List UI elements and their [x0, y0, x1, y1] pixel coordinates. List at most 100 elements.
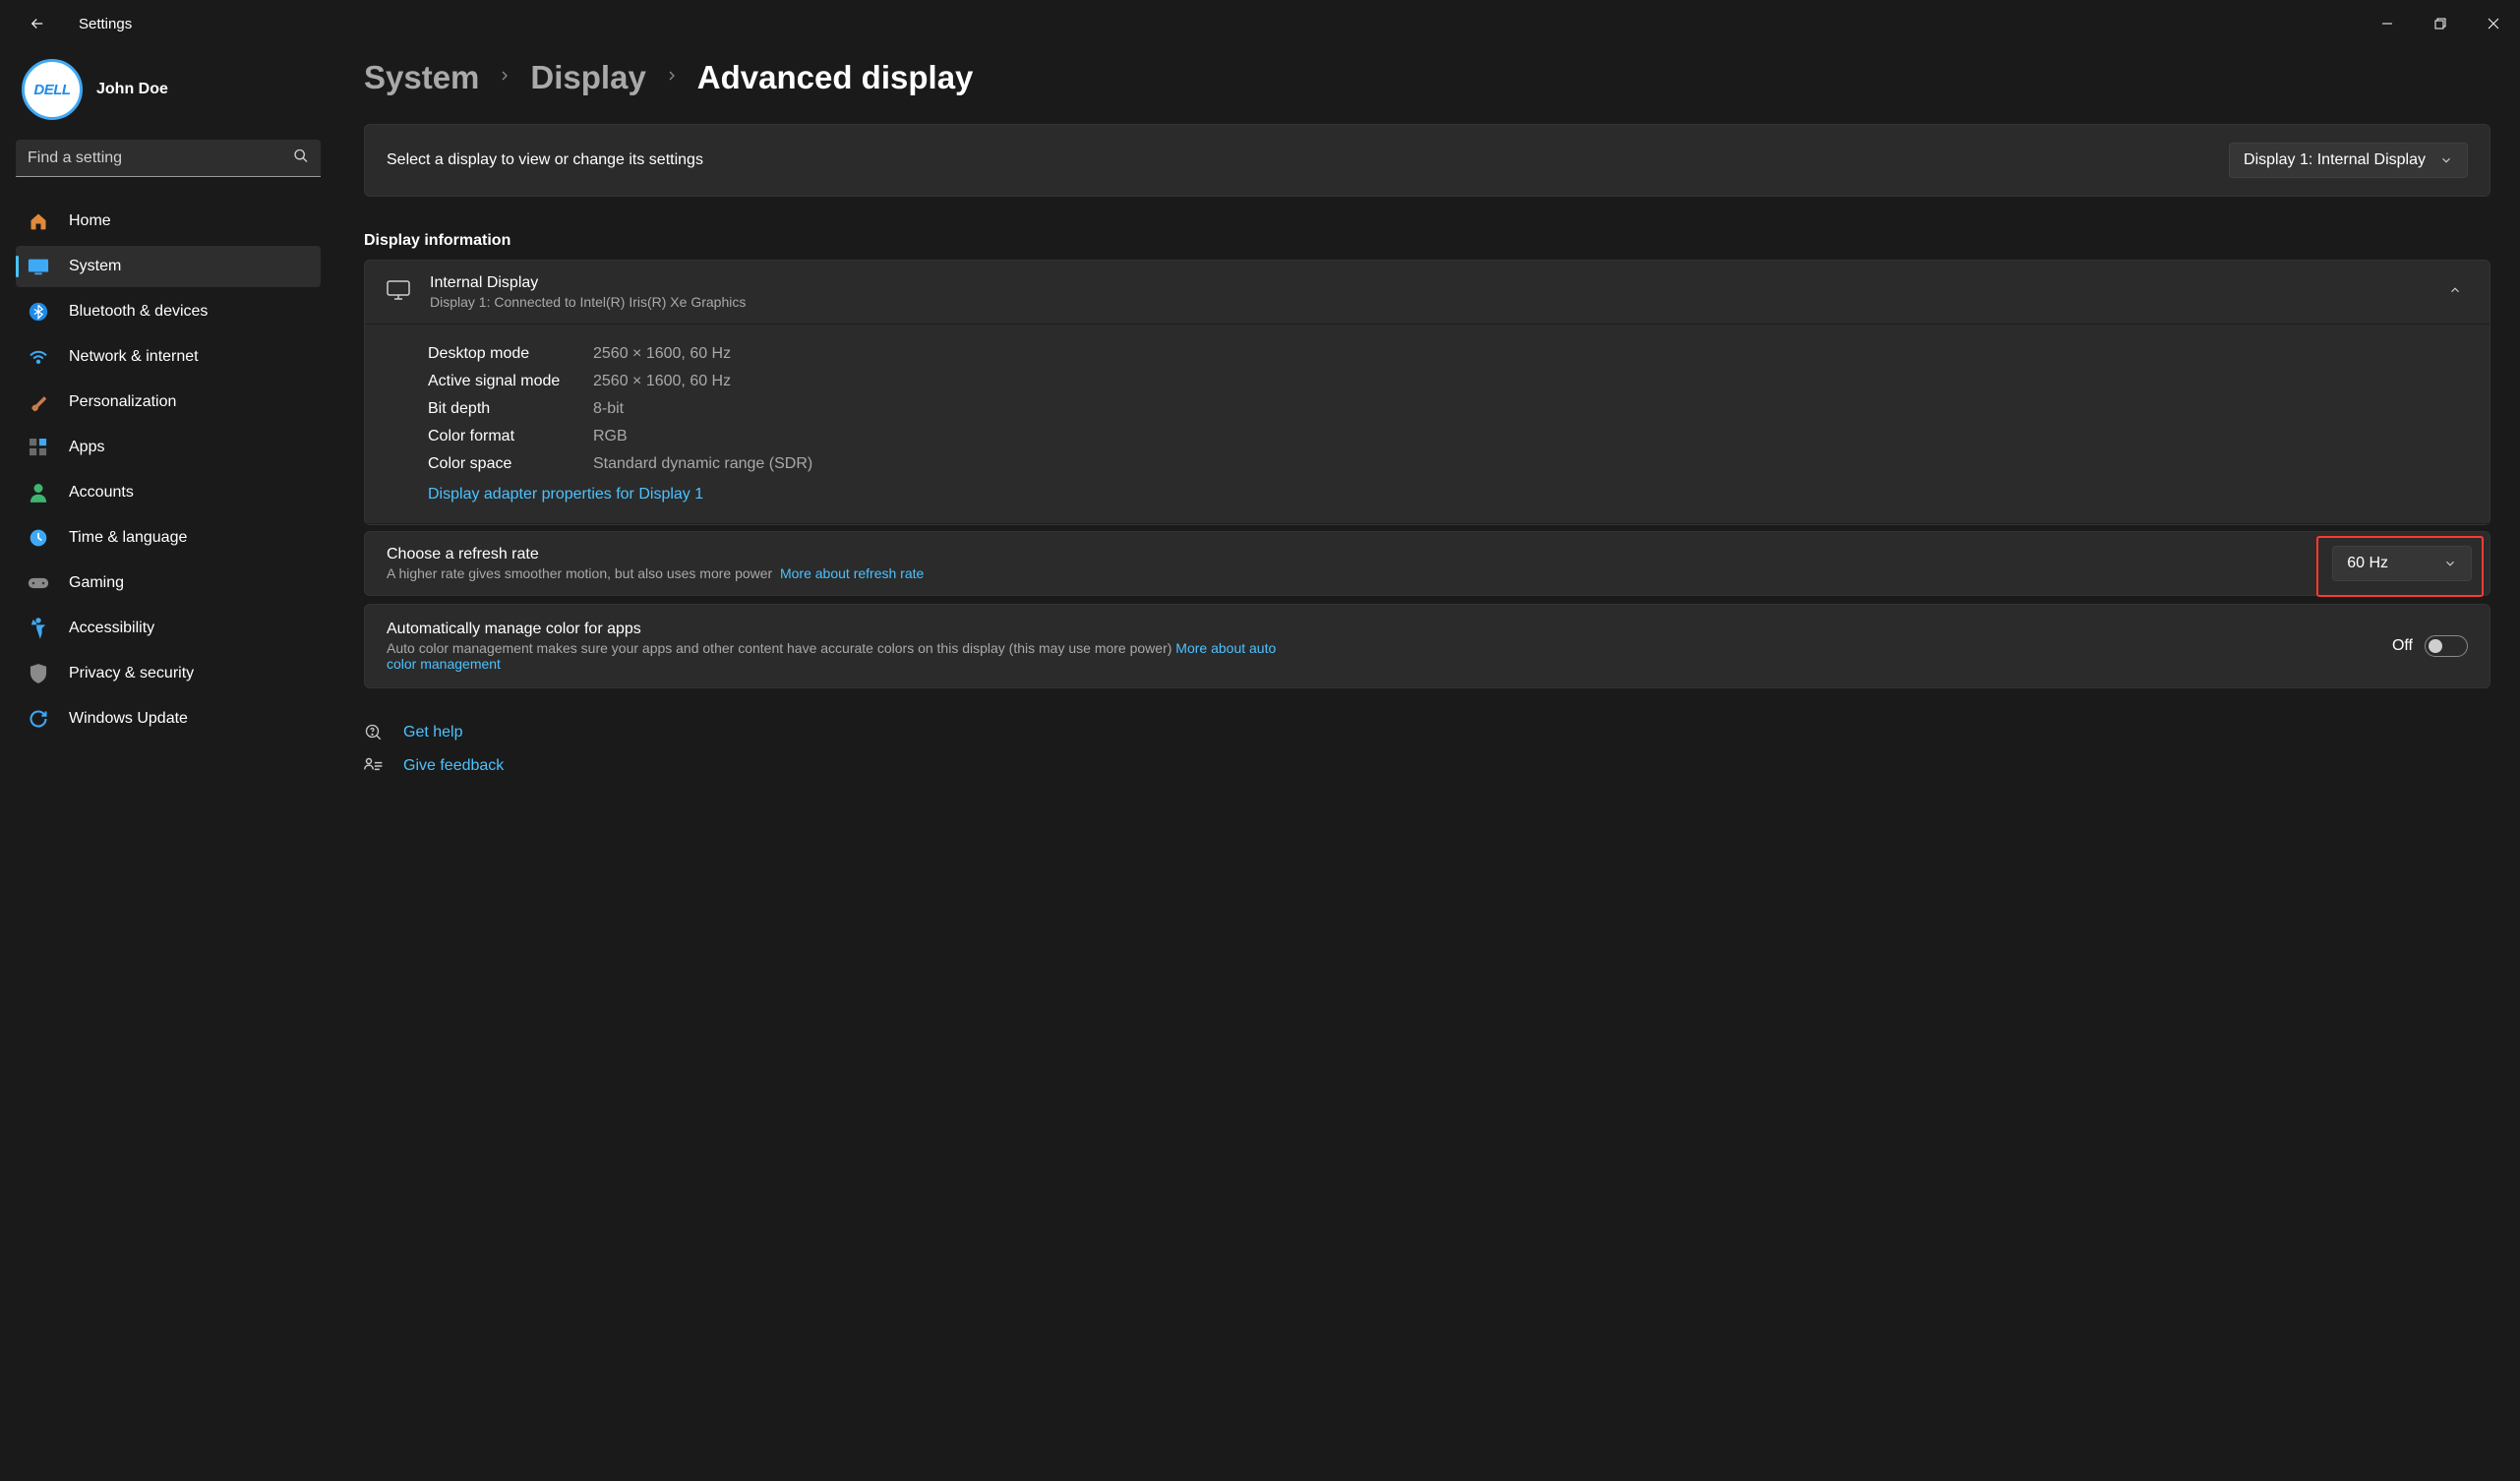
nav-label: Personalization — [69, 393, 176, 411]
nav-label: Time & language — [69, 529, 187, 547]
footer-links: Get help Give feedback — [364, 716, 2490, 783]
auto-color-toggle[interactable] — [2425, 635, 2468, 657]
person-icon — [28, 482, 49, 504]
display-name: Internal Display — [430, 274, 746, 292]
help-icon — [364, 724, 384, 741]
nav-label: Windows Update — [69, 710, 188, 728]
breadcrumb: System Display Advanced display — [364, 59, 2490, 96]
nav-windows-update[interactable]: Windows Update — [16, 698, 321, 740]
info-val: RGB — [593, 428, 628, 445]
nav-time-language[interactable]: Time & language — [16, 517, 321, 559]
maximize-button[interactable] — [2414, 0, 2467, 47]
info-key: Color space — [428, 455, 593, 473]
select-display-value: Display 1: Internal Display — [2244, 151, 2426, 169]
shield-icon — [28, 663, 49, 684]
nav-accounts[interactable]: Accounts — [16, 472, 321, 513]
nav-personalization[interactable]: Personalization — [16, 382, 321, 423]
select-display-card: Select a display to view or change its s… — [364, 124, 2490, 197]
clock-globe-icon — [28, 527, 49, 549]
footer-label: Get help — [403, 724, 462, 741]
chevron-right-icon — [664, 68, 680, 89]
chevron-down-icon — [2443, 557, 2457, 570]
search-icon — [293, 148, 309, 169]
give-feedback-link[interactable]: Give feedback — [364, 749, 2490, 783]
sidebar: DELL John Doe Home System — [0, 59, 336, 1481]
nav-label: Accessibility — [69, 620, 154, 637]
breadcrumb-system[interactable]: System — [364, 59, 479, 96]
apps-icon — [28, 437, 49, 458]
adapter-properties-link[interactable]: Display adapter properties for Display 1 — [428, 486, 703, 504]
toggle-label: Off — [2392, 637, 2413, 655]
nav-gaming[interactable]: Gaming — [16, 563, 321, 604]
nav-privacy[interactable]: Privacy & security — [16, 653, 321, 694]
get-help-link[interactable]: Get help — [364, 716, 2490, 749]
refresh-more-link[interactable]: More about refresh rate — [780, 565, 924, 581]
accessibility-icon — [28, 618, 49, 639]
nav-apps[interactable]: Apps — [16, 427, 321, 468]
minimize-button[interactable] — [2361, 0, 2414, 47]
info-val: 8-bit — [593, 400, 624, 418]
nav-label: Accounts — [69, 484, 134, 502]
select-display-label: Select a display to view or change its s… — [387, 151, 703, 169]
home-icon — [28, 210, 49, 232]
auto-color-sub: Auto color management makes sure your ap… — [387, 640, 1171, 656]
back-button[interactable] — [24, 10, 51, 37]
chevron-down-icon — [2439, 153, 2453, 167]
collapse-button[interactable] — [2442, 277, 2468, 308]
app-title: Settings — [79, 16, 132, 32]
refresh-rate-card: Choose a refresh rate A higher rate give… — [364, 531, 2490, 596]
nav-network[interactable]: Network & internet — [16, 336, 321, 378]
section-display-info: Display information — [364, 232, 2490, 250]
nav: Home System Bluetooth & devices Network … — [16, 201, 321, 743]
display-info-details: Desktop mode2560 × 1600, 60 Hz Active si… — [365, 325, 2490, 524]
footer-label: Give feedback — [403, 757, 504, 775]
monitor-icon — [387, 280, 410, 305]
feedback-icon — [364, 757, 384, 775]
nav-label: Apps — [69, 439, 104, 456]
close-button[interactable] — [2467, 0, 2520, 47]
nav-bluetooth[interactable]: Bluetooth & devices — [16, 291, 321, 332]
content: System Display Advanced display Select a… — [336, 59, 2520, 1481]
breadcrumb-current: Advanced display — [697, 59, 974, 96]
select-display-dropdown[interactable]: Display 1: Internal Display — [2229, 143, 2468, 178]
nav-label: System — [69, 258, 121, 275]
user-block[interactable]: DELL John Doe — [16, 59, 321, 140]
bluetooth-icon — [28, 301, 49, 323]
chevron-up-icon — [2448, 283, 2462, 297]
refresh-rate-value: 60 Hz — [2347, 555, 2388, 572]
gamepad-icon — [28, 572, 49, 594]
chevron-right-icon — [497, 68, 512, 89]
info-val: 2560 × 1600, 60 Hz — [593, 345, 731, 363]
nav-accessibility[interactable]: Accessibility — [16, 608, 321, 649]
display-info-header[interactable]: Internal Display Display 1: Connected to… — [365, 261, 2490, 325]
breadcrumb-display[interactable]: Display — [530, 59, 645, 96]
maximize-icon — [2434, 18, 2446, 30]
info-key: Desktop mode — [428, 345, 593, 363]
nav-label: Bluetooth & devices — [69, 303, 208, 321]
info-val: 2560 × 1600, 60 Hz — [593, 373, 731, 390]
search-input[interactable] — [16, 140, 321, 177]
nav-label: Home — [69, 212, 111, 230]
update-icon — [28, 708, 49, 730]
titlebar: Settings — [0, 0, 2520, 47]
toggle-knob — [2429, 639, 2442, 653]
username: John Doe — [96, 81, 168, 98]
close-icon — [2488, 18, 2499, 30]
info-key: Active signal mode — [428, 373, 593, 390]
nav-system[interactable]: System — [16, 246, 321, 287]
info-key: Color format — [428, 428, 593, 445]
info-val: Standard dynamic range (SDR) — [593, 455, 812, 473]
nav-home[interactable]: Home — [16, 201, 321, 242]
display-info-card: Internal Display Display 1: Connected to… — [364, 260, 2490, 525]
wifi-icon — [28, 346, 49, 368]
auto-color-card: Automatically manage color for apps Auto… — [364, 604, 2490, 688]
brush-icon — [28, 391, 49, 413]
info-key: Bit depth — [428, 400, 593, 418]
minimize-icon — [2381, 18, 2393, 30]
refresh-title: Choose a refresh rate — [387, 546, 924, 563]
nav-label: Gaming — [69, 574, 124, 592]
nav-label: Privacy & security — [69, 665, 194, 682]
refresh-rate-dropdown[interactable]: 60 Hz — [2332, 546, 2472, 581]
system-icon — [28, 256, 49, 277]
arrow-left-icon — [29, 15, 46, 32]
